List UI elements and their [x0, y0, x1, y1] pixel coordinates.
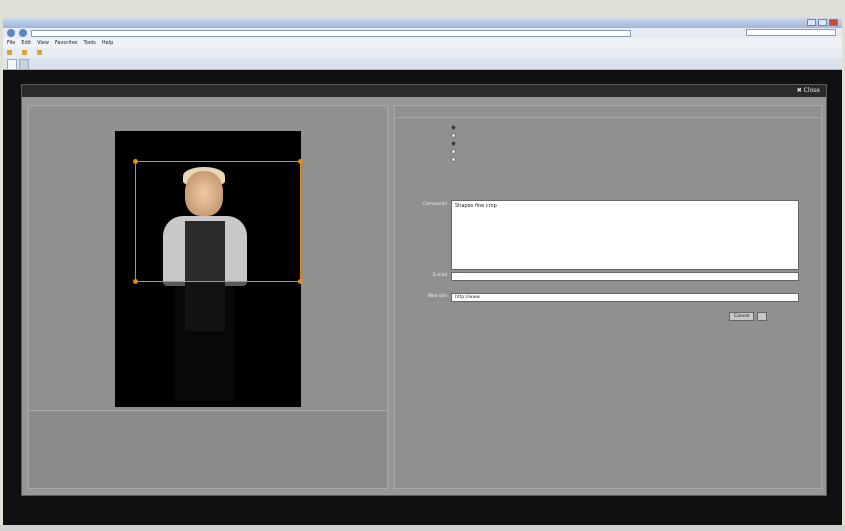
website-field[interactable]: http://www.: [451, 293, 799, 302]
crop-selection[interactable]: [133, 159, 303, 284]
portrait-photo: [115, 131, 303, 407]
close-label: Close: [803, 87, 820, 94]
maximize-button[interactable]: [818, 19, 827, 26]
radio-icon[interactable]: [451, 156, 456, 162]
close-window-button[interactable]: [829, 19, 838, 26]
bookmarks-bar: [3, 48, 842, 58]
address-bar: [3, 28, 842, 38]
forward-icon[interactable]: [19, 29, 27, 37]
crop-dialog: ✖ Close Comments Shapes fine crop E-mail…: [21, 84, 827, 496]
outside-crop-shade: [115, 282, 301, 407]
radio-icon[interactable]: [451, 140, 456, 146]
tab-secondary[interactable]: [19, 59, 29, 69]
menu-edit[interactable]: Edit: [21, 40, 31, 46]
crop-handle-top-left[interactable]: [133, 159, 138, 164]
image-preview-panel: [28, 105, 388, 489]
menu-file[interactable]: File: [7, 40, 15, 46]
bookmark-item[interactable]: [7, 50, 14, 56]
bookmark-item[interactable]: [22, 50, 29, 56]
bookmark-icon: [37, 50, 42, 55]
submit-button[interactable]: [757, 312, 767, 321]
email-label: E-mail: [432, 273, 447, 278]
bookmark-icon: [22, 50, 27, 55]
cancel-button[interactable]: Cancel: [729, 312, 755, 321]
form-header: [395, 106, 821, 118]
order-form-panel: Comments Shapes fine crop E-mail Web sit…: [394, 105, 822, 489]
page-content: ✖ Close Comments Shapes fine crop E-mail…: [3, 71, 842, 531]
menu-view[interactable]: View: [37, 40, 49, 46]
browser-window: File Edit View Favorites Tools Help ✖ Cl…: [3, 18, 842, 531]
preview-caption: [29, 106, 387, 110]
crop-handle-top-right[interactable]: [298, 159, 303, 164]
menu-bar: File Edit View Favorites Tools Help: [3, 38, 842, 48]
email-field[interactable]: [451, 272, 799, 281]
search-input[interactable]: [746, 29, 836, 36]
url-field[interactable]: [31, 29, 631, 37]
bookmark-item[interactable]: [37, 50, 44, 56]
back-icon[interactable]: [7, 29, 15, 37]
window-titlebar: [3, 18, 842, 28]
option-row[interactable]: [451, 132, 459, 138]
menu-favorites[interactable]: Favorites: [55, 40, 78, 46]
selection-count: [29, 411, 387, 417]
crop-handle-bottom-right[interactable]: [298, 279, 303, 284]
menu-tools[interactable]: Tools: [84, 40, 96, 46]
comments-textarea[interactable]: Shapes fine crop: [451, 200, 799, 270]
bookmark-icon: [7, 50, 12, 55]
minimize-button[interactable]: [807, 19, 816, 26]
window-controls: [807, 19, 838, 26]
option-row[interactable]: [451, 156, 459, 162]
tab-strip: [3, 58, 842, 70]
dialog-close-button[interactable]: ✖ Close: [797, 87, 820, 94]
crop-handle-bottom-left[interactable]: [133, 279, 138, 284]
option-row[interactable]: [451, 148, 459, 154]
radio-icon[interactable]: [451, 148, 456, 154]
selection-info: [29, 410, 387, 488]
dialog-header: ✖ Close: [22, 85, 826, 97]
option-list: [451, 124, 459, 164]
comments-label: Comments: [422, 202, 447, 207]
tab-active[interactable]: [7, 59, 17, 69]
option-row[interactable]: [451, 124, 459, 130]
website-label: Web site: [427, 294, 447, 299]
menu-help[interactable]: Help: [102, 40, 113, 46]
option-row[interactable]: [451, 140, 459, 146]
radio-icon[interactable]: [451, 132, 456, 138]
radio-icon[interactable]: [451, 124, 456, 130]
taskbar: [0, 525, 845, 531]
